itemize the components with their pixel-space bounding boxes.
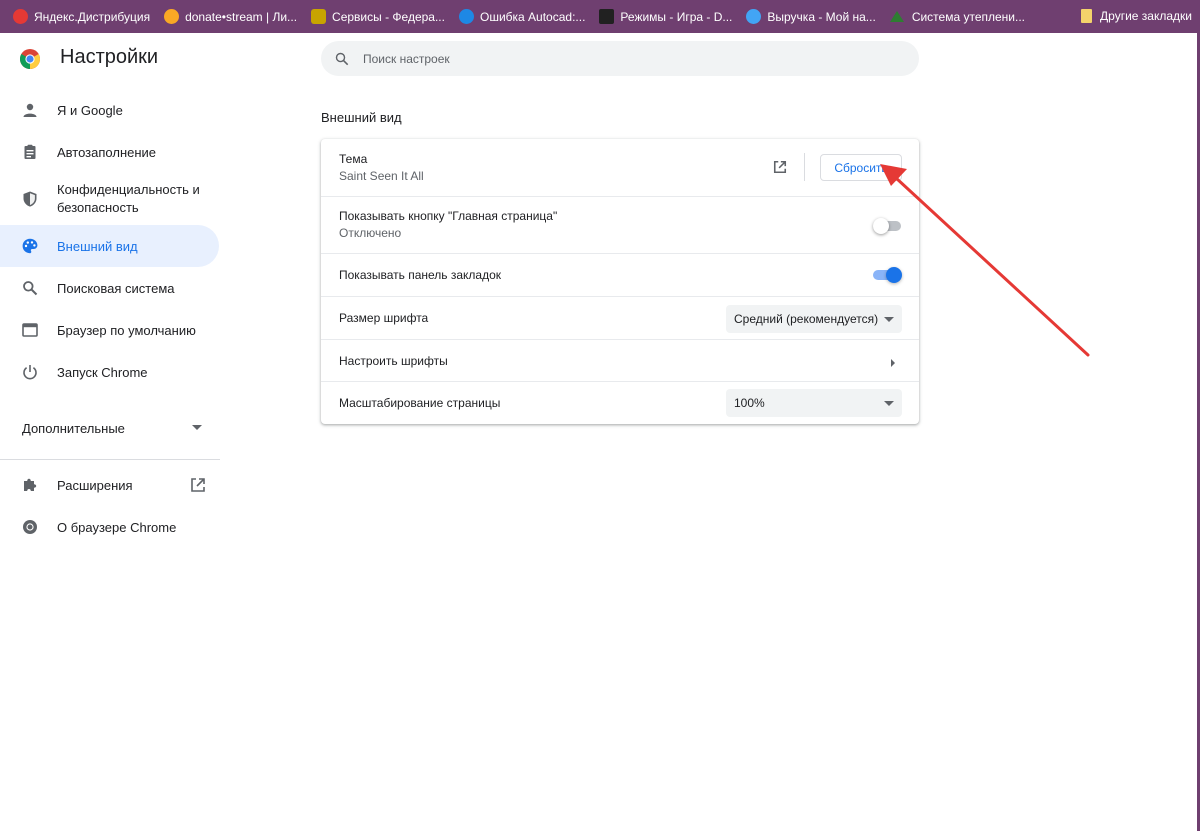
search-icon: [335, 52, 349, 65]
dropdown-caret-icon: [884, 401, 894, 406]
customize-fonts-label: Настроить шрифты: [339, 353, 448, 368]
home-button-label: Показывать кнопку "Главная страница": [339, 209, 558, 223]
chevron-right-icon: [891, 359, 895, 367]
bookmarks-bar-label: Показывать панель закладок: [339, 268, 502, 282]
home-button-toggle[interactable]: [873, 218, 901, 234]
bookmarks-bar-row: Показывать панель закладок: [321, 253, 919, 296]
sidebar-item-search-engine[interactable]: Поисковая система: [0, 267, 220, 309]
shield-icon: [22, 191, 38, 207]
bookmark-insulation[interactable]: Система утеплени...: [883, 5, 1032, 29]
bookmark-donate-stream[interactable]: donate•stream | Ли...: [157, 5, 304, 29]
settings-page: Настройки Я и Google Автозаполнение Конф…: [0, 33, 1197, 831]
folder-icon: [1081, 9, 1093, 23]
donate-stream-icon: [164, 9, 180, 24]
advanced-toggle[interactable]: Дополнительные: [0, 405, 220, 451]
clipboard-icon: [22, 144, 38, 160]
power-icon: [22, 364, 38, 380]
other-bookmarks[interactable]: Другие закладки: [1081, 4, 1192, 28]
bookmarks-bar-toggle[interactable]: [873, 267, 902, 283]
sidebar-item-you-and-google[interactable]: Я и Google: [0, 89, 220, 131]
autocad-icon: [458, 9, 474, 24]
theme-row: Тема Saint Seen It All Сбросить: [321, 139, 919, 196]
yandex-icon: [13, 9, 28, 24]
open-in-new-icon[interactable]: [773, 160, 787, 174]
sidebar-item-extensions[interactable]: Расширения: [0, 464, 220, 506]
search-icon: [22, 280, 38, 296]
theme-label: Тема: [339, 151, 368, 166]
page-zoom-row: Масштабирование страницы 100%: [321, 381, 919, 424]
font-size-select[interactable]: Средний (рекомендуется): [726, 305, 902, 333]
theme-value: Saint Seen It All: [339, 168, 424, 183]
font-size-label: Размер шрифта: [339, 311, 429, 325]
bookmark-game[interactable]: Режимы - Игра - D...: [592, 5, 739, 29]
font-size-row: Размер шрифта Средний (рекомендуется): [321, 296, 919, 339]
sidebar-item-about-chrome[interactable]: О браузере Chrome: [0, 506, 220, 548]
page-title: Настройки: [60, 46, 159, 68]
settings-search[interactable]: [321, 41, 919, 76]
bookmarks-bar: Яндекс.Дистрибуция donate•stream | Ли...…: [0, 0, 1200, 33]
sidebar-divider: [0, 459, 220, 460]
customize-fonts-row[interactable]: Настроить шрифты: [321, 339, 919, 381]
game-d-icon: [599, 9, 615, 24]
emblem-icon: [311, 9, 327, 24]
home-button-row: Показывать кнопку "Главная страница" Отк…: [321, 196, 919, 253]
palette-icon: [22, 238, 38, 254]
vertical-divider: [804, 153, 805, 181]
bookmark-services[interactable]: Сервисы - Федера...: [304, 5, 452, 29]
search-input[interactable]: [363, 51, 883, 66]
globe-icon: [746, 9, 762, 24]
page-zoom-select[interactable]: 100%: [726, 389, 902, 417]
appearance-card: Тема Saint Seen It All Сбросить Показыва…: [321, 139, 919, 424]
sidebar-item-appearance[interactable]: Внешний вид: [0, 225, 219, 267]
bookmark-yandex[interactable]: Яндекс.Дистрибуция: [6, 5, 157, 29]
puzzle-icon: [22, 477, 38, 493]
chrome-logo-icon: [20, 49, 40, 69]
sidebar-item-privacy[interactable]: Конфиденциальность и безопасность: [0, 173, 220, 225]
chevron-down-icon: [192, 425, 202, 430]
person-icon: [22, 102, 38, 118]
chrome-outline-icon: [22, 519, 38, 535]
bookmark-revenue[interactable]: Выручка - Мой на...: [739, 5, 882, 29]
sidebar: Я и Google Автозаполнение Конфиденциальн…: [0, 89, 220, 548]
open-in-new-icon[interactable]: [190, 477, 206, 493]
dropdown-caret-icon: [884, 317, 894, 322]
sidebar-item-autofill[interactable]: Автозаполнение: [0, 131, 220, 173]
home-button-value: Отключено: [339, 226, 402, 240]
browser-window-icon: [22, 322, 38, 338]
sidebar-item-on-startup[interactable]: Запуск Chrome: [0, 351, 220, 393]
section-title-appearance: Внешний вид: [321, 110, 402, 125]
bookmark-autocad[interactable]: Ошибка Autocad:...: [452, 5, 592, 29]
page-zoom-label: Масштабирование страницы: [339, 396, 501, 410]
sidebar-item-default-browser[interactable]: Браузер по умолчанию: [0, 309, 220, 351]
reset-theme-button[interactable]: Сбросить: [820, 154, 902, 181]
roof-icon: [889, 11, 904, 22]
